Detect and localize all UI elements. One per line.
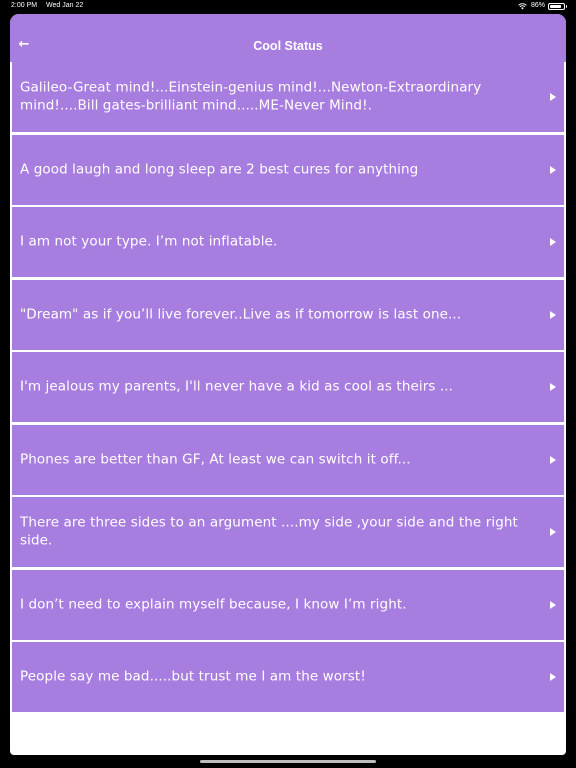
page-title: Cool Status bbox=[253, 39, 323, 53]
status-text: There are three sides to an argument ...… bbox=[20, 514, 518, 549]
list-item[interactable]: "Dream" as if you’ll live forever..Live … bbox=[12, 279, 564, 350]
battery-percent: 86% bbox=[530, 2, 545, 9]
status-right: 86% bbox=[518, 0, 567, 12]
app-window: ← Cool Status Galileo-Great mind!...Eins… bbox=[10, 14, 566, 755]
status-left: 2:00 PM Wed Jan 22 bbox=[11, 0, 90, 12]
status-text: Galileo-Great mind!...Einstein-genius mi… bbox=[20, 79, 482, 114]
list-item[interactable]: I'm jealous my parents, I'll never have … bbox=[12, 352, 564, 422]
status-time: 2:00 PM bbox=[11, 2, 38, 9]
chevron-right-icon bbox=[550, 528, 556, 536]
nav-bar: ← Cool Status bbox=[10, 14, 566, 62]
chevron-right-icon bbox=[550, 93, 556, 101]
battery-fill bbox=[550, 4, 562, 8]
list-item[interactable]: People say me bad.....but trust me I am … bbox=[12, 642, 564, 712]
chevron-right-icon bbox=[550, 238, 556, 246]
chevron-right-icon bbox=[550, 600, 556, 609]
app-screen: 2:00 PM Wed Jan 22 86% ← Cool Status Gal… bbox=[0, 0, 576, 768]
status-bar: 2:00 PM Wed Jan 22 86% bbox=[0, 0, 576, 13]
battery-nub bbox=[565, 5, 567, 8]
status-text: "Dream" as if you’ll live forever..Live … bbox=[20, 305, 462, 322]
home-indicator[interactable] bbox=[200, 760, 376, 763]
list-item[interactable]: I don’t need to explain myself because, … bbox=[12, 569, 564, 640]
list-item[interactable]: I am not your type. I’m not inflatable. bbox=[12, 207, 564, 277]
status-date: Wed Jan 22 bbox=[46, 2, 84, 9]
list-item[interactable]: A good laugh and long sleep are 2 best c… bbox=[12, 134, 564, 205]
chevron-right-icon bbox=[550, 165, 556, 174]
status-text: Phones are better than GF, At least we c… bbox=[20, 450, 411, 467]
status-list: Galileo-Great mind!...Einstein-genius mi… bbox=[12, 62, 564, 715]
wifi-icon bbox=[518, 2, 527, 9]
chevron-right-icon bbox=[550, 455, 556, 464]
list-item[interactable]: There are three sides to an argument ...… bbox=[12, 497, 564, 567]
list-item[interactable]: Phones are better than GF, At least we c… bbox=[12, 424, 564, 495]
status-text: A good laugh and long sleep are 2 best c… bbox=[20, 160, 419, 177]
chevron-right-icon bbox=[550, 310, 556, 319]
status-text: People say me bad.....but trust me I am … bbox=[20, 668, 366, 685]
list-item[interactable]: Galileo-Great mind!...Einstein-genius mi… bbox=[12, 62, 564, 132]
status-text: I am not your type. I’m not inflatable. bbox=[20, 233, 278, 250]
status-text: I don’t need to explain myself because, … bbox=[20, 595, 407, 612]
battery-icon bbox=[548, 2, 567, 10]
status-text: I'm jealous my parents, I'll never have … bbox=[20, 378, 454, 395]
chevron-right-icon bbox=[550, 383, 556, 391]
chevron-right-icon bbox=[550, 673, 556, 681]
